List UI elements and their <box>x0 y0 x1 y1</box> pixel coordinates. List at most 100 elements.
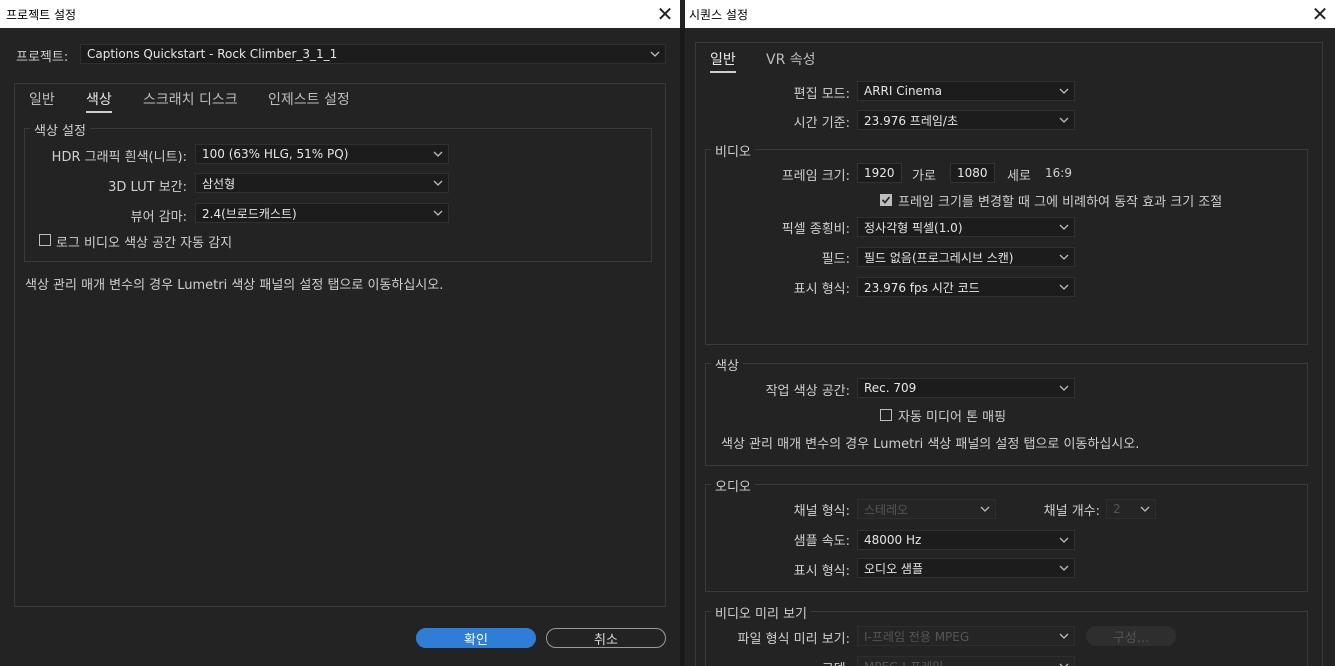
codec-dropdown[interactable]: MPEG I-프레임 <box>857 656 1075 666</box>
close-icon[interactable]: ✕ <box>650 0 680 28</box>
sequence-settings-panel: 일반 VR 속성 편집 모드: ARRI Cinema 시간 기준: 23.97… <box>685 28 1335 666</box>
video-preview-title: 비디오 미리 보기 <box>711 603 811 622</box>
chevron-down-icon <box>1058 113 1070 127</box>
audio-display-dropdown[interactable]: 오디오 샘플 <box>857 558 1075 578</box>
par-label: 픽셀 종횡비: <box>781 222 850 237</box>
tab-color[interactable]: 색상 <box>86 89 112 113</box>
par-value: 정사각형 픽셀(1.0) <box>864 220 963 235</box>
color-note: 색상 관리 매개 변수의 경우 Lumetri 색상 패널의 설정 탭으로 이동… <box>721 437 1140 452</box>
frame-size-label: 프레임 크기: <box>781 169 850 184</box>
timebase-label: 시간 기준: <box>793 116 850 131</box>
hdr-label: HDR 그래픽 흰색(니트): <box>51 150 187 165</box>
channel-format-label: 채널 형식: <box>793 504 850 519</box>
codec-label: 코덱: <box>725 658 850 666</box>
configure-button[interactable]: 구성... <box>1086 626 1176 646</box>
gamma-value: 2.4(브로드캐스트) <box>202 206 297 221</box>
chevron-down-icon <box>432 206 444 220</box>
channel-format-value: 스테레오 <box>864 502 909 517</box>
ok-button[interactable]: 확인 <box>416 628 536 648</box>
chevron-down-icon <box>1058 250 1070 264</box>
frame-height-input[interactable]: 1080 <box>950 163 995 183</box>
channel-format-dropdown[interactable]: 스테레오 <box>857 499 996 519</box>
cancel-button[interactable]: 취소 <box>546 628 666 648</box>
tab-general[interactable]: 일반 <box>710 49 736 73</box>
lut-value: 삼선형 <box>202 176 236 191</box>
hdr-white-dropdown[interactable]: 100 (63% HLG, 51% PQ) <box>195 144 449 164</box>
aspect-ratio: 16:9 <box>1045 166 1072 180</box>
tab-vr-properties[interactable]: VR 속성 <box>766 49 816 69</box>
sample-rate-dropdown[interactable]: 48000 Hz <box>857 530 1075 550</box>
chevron-down-icon <box>1058 84 1070 98</box>
field-value: 필드 없음(프로그레시브 스캔) <box>864 250 1014 265</box>
display-format-dropdown[interactable]: 23.976 fps 시간 코드 <box>857 277 1075 297</box>
lut-label: 3D LUT 보간: <box>108 180 187 195</box>
field-label: 필드: <box>821 252 850 267</box>
tab-ingest-settings[interactable]: 인제스트 설정 <box>268 89 350 109</box>
checkmark-icon <box>881 196 891 204</box>
display-format-label: 표시 형식: <box>793 282 850 297</box>
timebase-dropdown[interactable]: 23.976 프레임/초 <box>857 110 1075 130</box>
chevron-down-icon <box>1058 629 1070 643</box>
audio-display-label: 표시 형식: <box>793 564 850 579</box>
working-space-value: Rec. 709 <box>864 381 917 395</box>
working-space-dropdown[interactable]: Rec. 709 <box>857 378 1075 398</box>
project-settings-panel: 프로젝트: Captions Quickstart - Rock Climber… <box>0 28 680 666</box>
chevron-down-icon <box>432 147 444 161</box>
sample-rate-value: 48000 Hz <box>864 533 922 547</box>
horizontal-label: 가로 <box>912 169 936 184</box>
preview-format-value: I-프레임 전용 MPEG <box>864 629 970 644</box>
gamma-label: 뷰어 감마: <box>130 210 187 225</box>
tonemap-label: 자동 미디어 톤 매핑 <box>898 410 1007 425</box>
tonemap-checkbox[interactable] <box>880 409 892 421</box>
close-icon[interactable]: ✕ <box>1305 0 1335 28</box>
viewer-gamma-dropdown[interactable]: 2.4(브로드캐스트) <box>195 203 449 223</box>
chevron-down-icon <box>1058 381 1070 395</box>
chevron-down-icon <box>979 502 991 516</box>
channel-count-dropdown[interactable]: 2 <box>1106 499 1156 519</box>
chevron-down-icon <box>1058 280 1070 294</box>
codec-value: MPEG I-프레임 <box>864 658 943 666</box>
tab-general[interactable]: 일반 <box>29 89 55 109</box>
audio-title: 오디오 <box>711 476 755 495</box>
window-title: 시퀀스 설정 <box>689 7 749 22</box>
edit-mode-value: ARRI Cinema <box>864 84 942 98</box>
scale-checkbox[interactable] <box>880 194 892 206</box>
project-value: Captions Quickstart - Rock Climber_3_1_1 <box>87 47 338 61</box>
project-settings-titlebar: 프로젝트 설정 ✕ <box>0 0 680 28</box>
chevron-down-icon <box>1058 659 1070 666</box>
vertical-label: 세로 <box>1007 169 1031 184</box>
timebase-value: 23.976 프레임/초 <box>864 113 959 128</box>
project-label: 프로젝트: <box>16 50 69 65</box>
sequence-settings-titlebar: 시퀀스 설정 ✕ <box>685 0 1335 28</box>
color-settings-title: 색상 설정 <box>30 120 90 139</box>
color-note: 색상 관리 매개 변수의 경우 Lumetri 색상 패널의 설정 탭으로 이동… <box>25 278 444 293</box>
preview-format-dropdown[interactable]: I-프레임 전용 MPEG <box>857 626 1075 646</box>
preview-format-label: 파일 형식 미리 보기: <box>737 632 850 647</box>
window-title: 프로젝트 설정 <box>6 7 77 22</box>
display-format-value: 23.976 fps 시간 코드 <box>864 280 980 295</box>
hdr-value: 100 (63% HLG, 51% PQ) <box>202 147 349 161</box>
tab-scratch-disk[interactable]: 스크래치 디스크 <box>143 89 238 109</box>
log-detect-checkbox[interactable] <box>39 234 51 246</box>
channel-count-label: 채널 개수: <box>1043 504 1100 519</box>
scale-label: 프레임 크기를 변경할 때 그에 비례하여 동작 효과 크기 조절 <box>898 195 1223 210</box>
chevron-down-icon <box>1058 561 1070 575</box>
par-dropdown[interactable]: 정사각형 픽셀(1.0) <box>857 217 1075 237</box>
working-space-label: 작업 색상 공간: <box>765 384 850 399</box>
edit-mode-label: 편집 모드: <box>793 87 850 102</box>
chevron-down-icon <box>432 176 444 190</box>
audio-display-value: 오디오 샘플 <box>864 561 924 576</box>
sample-rate-label: 샘플 속도: <box>793 534 850 549</box>
channel-count-value: 2 <box>1113 502 1121 516</box>
field-dropdown[interactable]: 필드 없음(프로그레시브 스캔) <box>857 247 1075 267</box>
chevron-down-icon <box>649 47 661 61</box>
edit-mode-dropdown[interactable]: ARRI Cinema <box>857 81 1075 101</box>
video-title: 비디오 <box>711 141 755 160</box>
lut-interpolation-dropdown[interactable]: 삼선형 <box>195 173 449 193</box>
chevron-down-icon <box>1058 220 1070 234</box>
log-detect-label: 로그 비디오 색상 공간 자동 감지 <box>56 236 233 251</box>
chevron-down-icon <box>1058 533 1070 547</box>
frame-width-input[interactable]: 1920 <box>857 163 902 183</box>
project-dropdown[interactable]: Captions Quickstart - Rock Climber_3_1_1 <box>80 44 666 64</box>
chevron-down-icon <box>1139 502 1151 516</box>
